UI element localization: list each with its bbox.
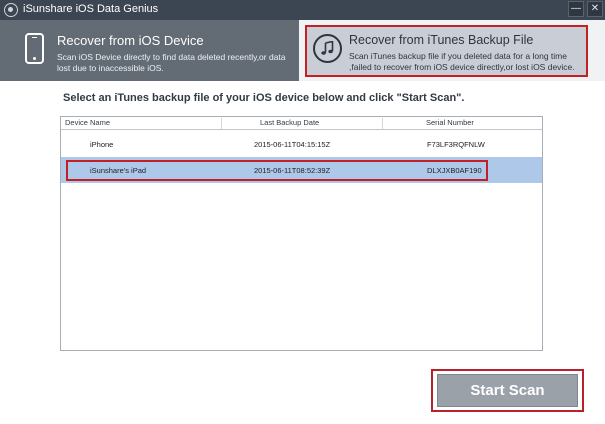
column-divider	[221, 118, 222, 129]
window-title: iSunshare iOS Data Genius	[23, 3, 159, 15]
instruction-text: Select an iTunes backup file of your iOS…	[63, 92, 465, 104]
backup-date-cell: 2015-06-11T04:15:15Z	[254, 140, 331, 149]
table-row-selected[interactable]: iSunshare's iPad 2015-06-11T08:52:39Z DL…	[61, 157, 542, 183]
table-header: Device Name Last Backup Date Serial Numb…	[61, 117, 542, 130]
app-logo-icon	[4, 3, 18, 17]
phone-icon	[25, 33, 44, 64]
itunes-backup-card-description: Scan iTunes backup file if you deleted d…	[349, 51, 575, 72]
start-scan-button[interactable]: Start Scan	[437, 374, 578, 407]
mode-header: Recover from iOS Device Scan iOS Device …	[0, 20, 605, 81]
column-header-serial-number[interactable]: Serial Number	[426, 118, 474, 127]
close-button[interactable]: ✕	[587, 1, 603, 17]
recover-from-ios-device-card[interactable]: Recover from iOS Device Scan iOS Device …	[0, 20, 299, 81]
start-scan-highlight: Start Scan	[431, 369, 584, 412]
music-note-icon	[313, 34, 342, 63]
ios-device-card-description: Scan iOS Device directly to find data de…	[57, 52, 286, 73]
table-row[interactable]: iPhone 2015-06-11T04:15:15Z F73LF3RQFNLW	[61, 131, 542, 157]
minimize-button[interactable]: —	[568, 1, 584, 17]
device-name-cell: iSunshare's iPad	[90, 166, 147, 175]
column-header-device-name[interactable]: Device Name	[65, 118, 110, 127]
title-bar: iSunshare iOS Data Genius — ✕	[0, 0, 605, 20]
backup-date-cell: 2015-06-11T08:52:39Z	[254, 166, 331, 175]
ios-device-card-title: Recover from iOS Device	[57, 33, 204, 48]
column-header-last-backup-date[interactable]: Last Backup Date	[260, 118, 319, 127]
column-divider	[382, 118, 383, 129]
serial-number-cell: DLXJXB0AF190	[427, 166, 482, 175]
itunes-backup-card-title: Recover from iTunes Backup File	[349, 33, 534, 47]
serial-number-cell: F73LF3RQFNLW	[427, 140, 485, 149]
recover-from-itunes-backup-card[interactable]: Recover from iTunes Backup File Scan iTu…	[305, 25, 588, 77]
device-name-cell: iPhone	[90, 140, 114, 149]
backup-file-table[interactable]: Device Name Last Backup Date Serial Numb…	[60, 116, 543, 351]
window-controls: — ✕	[568, 1, 603, 17]
